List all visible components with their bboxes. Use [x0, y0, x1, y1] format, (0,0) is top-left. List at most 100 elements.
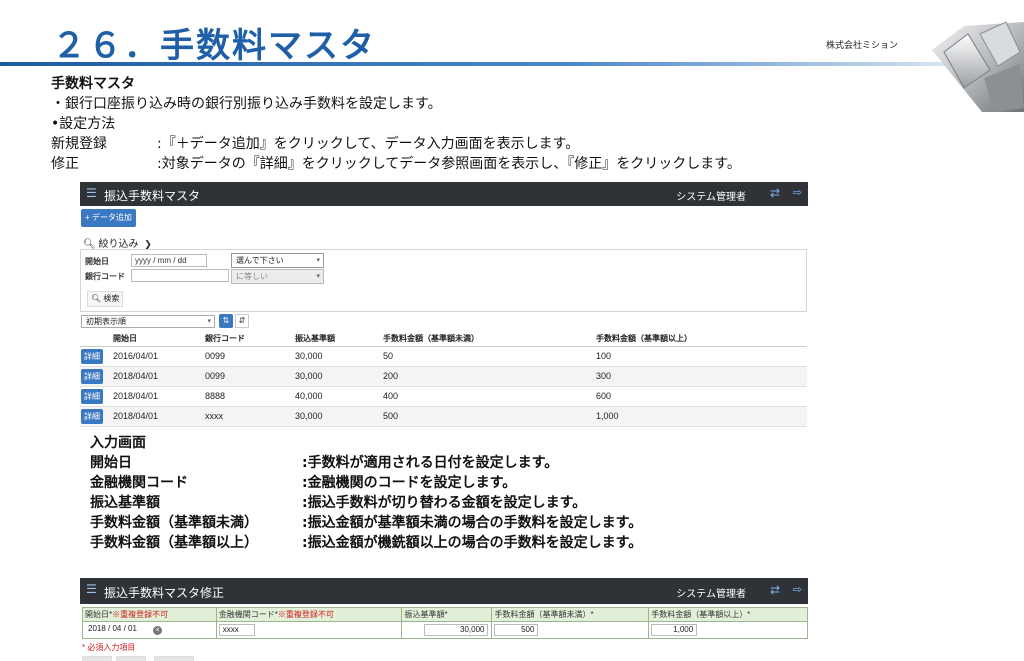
- field-header: 振込基準額*: [401, 607, 493, 622]
- list-icon[interactable]: ☰: [86, 186, 97, 200]
- chevron-down-icon: ▾: [316, 257, 320, 264]
- field-label: 振込基準額: [90, 495, 160, 511]
- company-name: 株式会社ミション: [826, 41, 899, 51]
- table-row: 詳細 2018/04/01 8888 40,000 400 600: [80, 386, 807, 407]
- table-row: 詳細 2016/04/01 0099 30,000 50 100: [80, 346, 807, 367]
- form-button[interactable]: [116, 656, 146, 661]
- form-button[interactable]: [82, 656, 112, 661]
- table-cell: 40,000: [295, 386, 383, 407]
- detail-button[interactable]: 詳細: [81, 348, 103, 364]
- field-description: :金融機関のコードを設定します。: [302, 475, 517, 491]
- table-row: 詳細 2018/04/01 xxxx 30,000 500 1,000: [80, 406, 807, 427]
- column-header[interactable]: 銀行コード: [205, 332, 295, 347]
- swap-icon[interactable]: ⇄: [770, 186, 780, 200]
- form-button[interactable]: [154, 656, 194, 661]
- field-description: :振込手数料が切り替わる金額を設定します。: [302, 495, 587, 511]
- method-edit-label: 修正: [51, 156, 79, 172]
- slide-title: ２６．手数料マスタ: [52, 26, 376, 66]
- unique-note: ※重複登録不可: [277, 610, 334, 619]
- sort-ascending-icon[interactable]: ⇅: [219, 314, 233, 328]
- filter-toggle[interactable]: 🔍︎ 絞り込み ❯: [83, 235, 152, 250]
- search-button[interactable]: 🔍︎ 検索: [87, 291, 124, 307]
- app-header: ☰ 振込手数料マスタ修正 システム管理者 ⇄ ⇨: [80, 578, 808, 604]
- table-cell: 1,000: [596, 406, 807, 427]
- table-cell: xxxx: [205, 406, 295, 427]
- edit-header-row: 開始日*※重複登録不可 金融機関コード*※重複登録不可 振込基準額* 手数料金額…: [82, 607, 808, 622]
- table-cell: 30,000: [295, 366, 383, 387]
- field-header: 金融機関コード*※重複登録不可: [215, 607, 403, 622]
- field-label: 手数料金額（基準額未満）: [90, 515, 258, 531]
- field-label: 金融機関コード: [90, 475, 188, 491]
- table-cell: 300: [596, 366, 807, 387]
- date-condition-select[interactable]: 選んで下さい ▾: [231, 253, 324, 268]
- fee-above-field[interactable]: 1,000: [651, 624, 698, 636]
- section-heading: 手数料マスタ: [51, 76, 135, 92]
- bank-code-field[interactable]: xxxx: [218, 624, 255, 636]
- edit-value-row: 2018 / 04 / 01 × xxxx 30,000 500 1,000: [82, 621, 808, 639]
- logout-icon[interactable]: ⇨: [793, 186, 802, 199]
- screen-title: 振込手数料マスタ: [104, 189, 201, 203]
- column-header[interactable]: 手数料金額（基準額以上）: [596, 332, 807, 347]
- bank-condition-select[interactable]: に等しい ▾: [231, 269, 324, 284]
- chevron-down-icon: ❯: [144, 239, 152, 249]
- clear-icon[interactable]: ×: [153, 625, 162, 635]
- field-description: :手数料が適用される日付を設定します。: [302, 455, 559, 471]
- title-rule: [0, 62, 1024, 66]
- add-data-button[interactable]: + データ追加: [81, 209, 136, 227]
- method-new: 新規登録 :『＋データ追加』をクリックして、データ入力画面を表示します。: [51, 135, 579, 153]
- field-header: 手数料金額（基準額以上）*: [648, 607, 808, 622]
- list-icon[interactable]: ☰: [86, 582, 97, 596]
- start-date-field[interactable]: 2018 / 04 / 01: [85, 624, 151, 636]
- table-cell: 2018/04/01: [113, 386, 205, 407]
- company-logo: [932, 21, 1024, 112]
- swap-icon[interactable]: ⇄: [770, 583, 780, 597]
- method-new-label: 新規登録: [51, 136, 107, 152]
- field-header: 開始日*※重複登録不可: [82, 607, 217, 622]
- method-new-text: :『＋データ追加』をクリックして、データ入力画面を表示します。: [157, 136, 580, 152]
- unique-note: ※重複登録不可: [112, 610, 169, 619]
- field-description: :振込金額が基準額未満の場合の手数料を設定します。: [302, 515, 643, 531]
- field-label: 手数料金額（基準額以上）: [90, 535, 258, 551]
- bank-code-input[interactable]: [131, 269, 229, 282]
- search-icon: 🔍︎: [91, 294, 102, 303]
- bank-condition-value: に等しい: [236, 272, 268, 281]
- list-screen: ☰ 振込手数料マスタ システム管理者 ⇄ ⇨ + データ追加 🔍︎ 絞り込み ❯…: [80, 182, 808, 427]
- user-name[interactable]: システム管理者: [676, 188, 746, 203]
- start-date-input[interactable]: yyyy / mm / dd: [131, 254, 207, 267]
- fee-table: 開始日 銀行コード 振込基準額 手数料金額（基準額未満） 手数料金額（基準額以上…: [80, 332, 807, 427]
- column-header[interactable]: 振込基準額: [295, 332, 383, 347]
- sort-order-select[interactable]: 初期表示順 ▾: [81, 315, 215, 328]
- table-cell: 400: [383, 386, 596, 407]
- screen-title: 振込手数料マスタ修正: [104, 586, 225, 600]
- column-header[interactable]: 手数料金額（基準額未満）: [383, 332, 596, 347]
- edit-form-table: 開始日*※重複登録不可 金融機関コード*※重複登録不可 振込基準額* 手数料金額…: [82, 607, 808, 639]
- sort-descending-icon[interactable]: ⇵: [235, 314, 249, 328]
- table-cell: 0099: [205, 346, 295, 367]
- chevron-down-icon: ▾: [316, 273, 320, 280]
- table-cell: 2016/04/01: [113, 346, 205, 367]
- table-cell: 100: [596, 346, 807, 367]
- table-cell: 600: [596, 386, 807, 407]
- summary-text: ・銀行口座振り込み時の銀行別振り込み手数料を設定します。: [51, 96, 442, 112]
- field-label: 開始日: [90, 455, 132, 471]
- edit-screen: ☰ 振込手数料マスタ修正 システム管理者 ⇄ ⇨ 開始日*※重複登録不可 金融機…: [80, 578, 808, 661]
- method-edit-text: :対象データの『詳細』をクリックしてデータ参照画面を表示し、『修正』をクリックし…: [157, 156, 741, 172]
- logout-icon[interactable]: ⇨: [793, 583, 802, 596]
- input-screen-heading: 入力画面: [90, 435, 146, 451]
- search-button-label: 検索: [103, 294, 120, 303]
- detail-button[interactable]: 詳細: [81, 368, 103, 384]
- table-cell: 8888: [205, 386, 295, 407]
- column-header[interactable]: 開始日: [113, 332, 205, 347]
- user-name[interactable]: システム管理者: [676, 585, 746, 600]
- detail-button[interactable]: 詳細: [81, 408, 103, 424]
- sort-order-value: 初期表示順: [86, 317, 126, 326]
- base-amount-field[interactable]: 30,000: [424, 624, 489, 636]
- bank-code-label: 銀行コード: [85, 272, 125, 281]
- method-edit: 修正 :対象データの『詳細』をクリックしてデータ参照画面を表示し、『修正』をクリッ…: [51, 155, 741, 173]
- filter-panel: 開始日 yyyy / mm / dd 選んで下さい ▾ 銀行コード に等しい ▾…: [80, 249, 807, 312]
- detail-button[interactable]: 詳細: [81, 388, 103, 404]
- table-header: 開始日 銀行コード 振込基準額 手数料金額（基準額未満） 手数料金額（基準額以上…: [80, 332, 807, 347]
- required-note: * 必須入力項目: [82, 643, 136, 652]
- fee-below-field[interactable]: 500: [494, 624, 539, 636]
- table-cell: 200: [383, 366, 596, 387]
